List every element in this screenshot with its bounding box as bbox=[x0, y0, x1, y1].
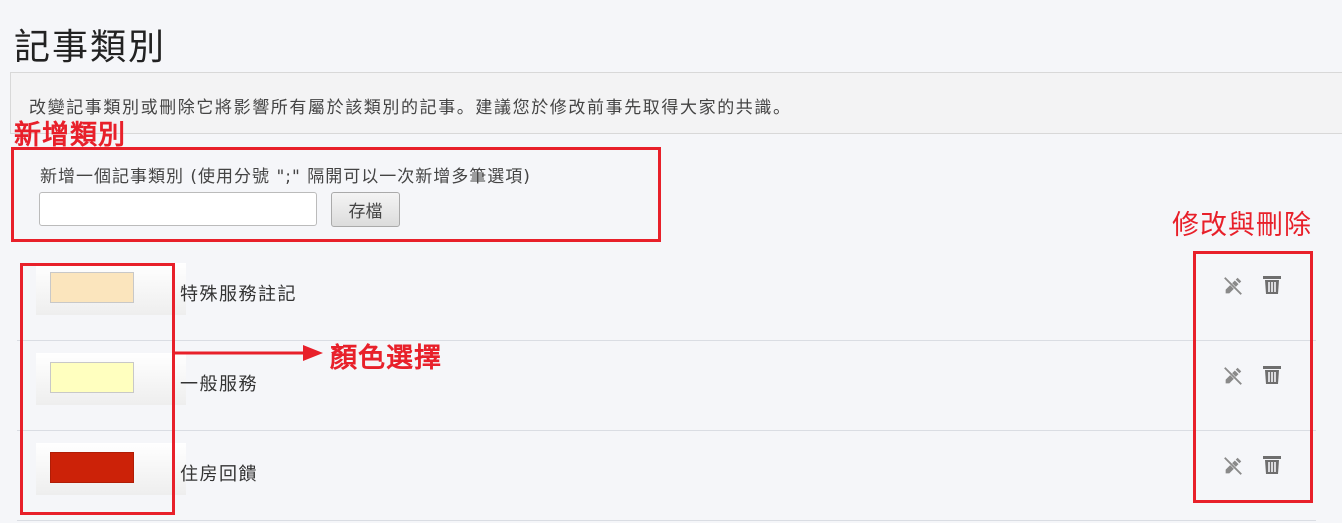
annotation-box-colors bbox=[20, 263, 175, 515]
annotation-color-select: 顏色選擇 bbox=[330, 343, 442, 374]
category-name: 特殊服務註記 bbox=[180, 284, 297, 305]
add-category-label: 新增一個記事類別 (使用分號 ";" 隔開可以一次新增多筆選項) bbox=[40, 167, 531, 187]
page: 記事類別 改變記事類別或刪除它將影響所有屬於該類別的記事。建議您於修改前事先取得… bbox=[0, 0, 1342, 523]
notice-banner: 改變記事類別或刪除它將影響所有屬於該類別的記事。建議您於修改前事先取得大家的共識… bbox=[10, 72, 1342, 134]
save-button[interactable]: 存檔 bbox=[331, 192, 400, 227]
annotation-arrow bbox=[175, 345, 323, 361]
category-name: 一般服務 bbox=[180, 374, 258, 395]
category-row: 住房回饋 bbox=[17, 430, 1316, 521]
page-title: 記事類別 bbox=[14, 27, 167, 68]
annotation-edit-delete: 修改與刪除 bbox=[1172, 210, 1312, 241]
category-row: 特殊服務註記 bbox=[17, 250, 1316, 341]
notice-text: 改變記事類別或刪除它將影響所有屬於該類別的記事。建議您於修改前事先取得大家的共識… bbox=[29, 98, 792, 118]
category-name: 住房回饋 bbox=[180, 464, 258, 485]
annotation-box-actions bbox=[1193, 251, 1313, 503]
add-category-input[interactable] bbox=[39, 192, 317, 226]
